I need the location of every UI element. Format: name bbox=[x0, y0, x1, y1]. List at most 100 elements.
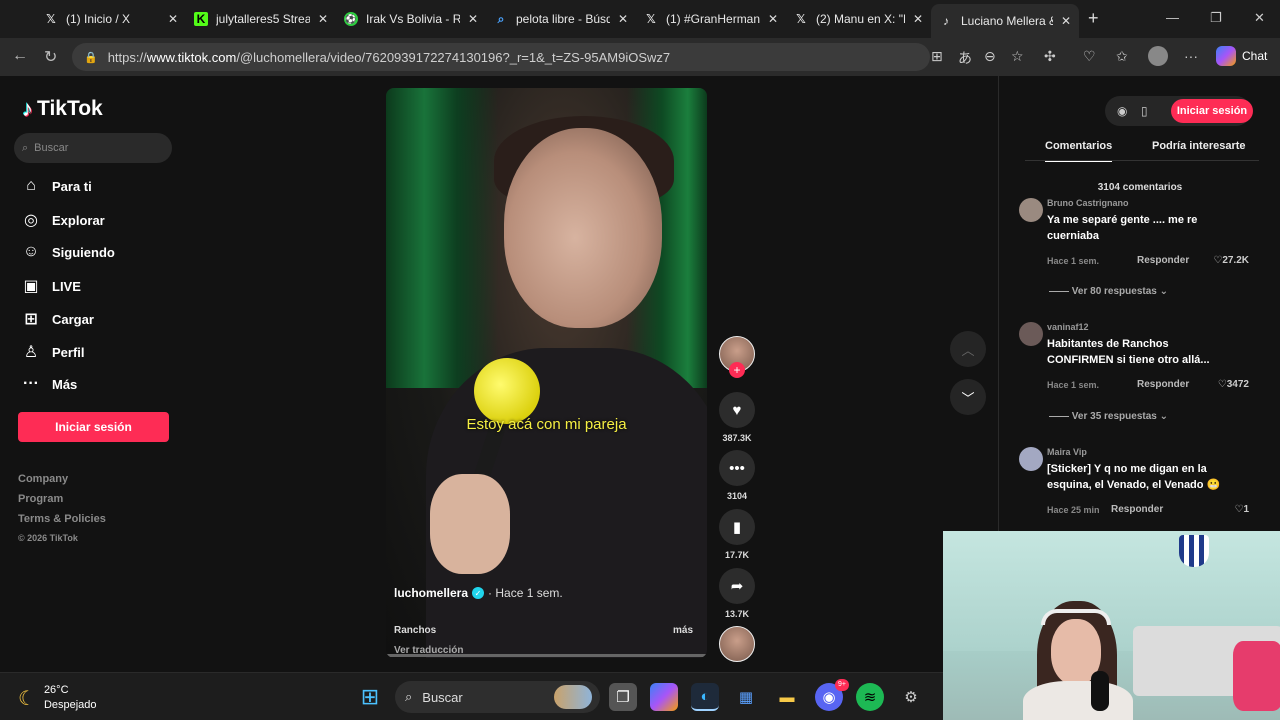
comment-user[interactable]: Bruno Castrignano bbox=[1047, 198, 1129, 208]
reload-icon[interactable]: ↻ bbox=[44, 47, 57, 67]
discord-icon[interactable]: ◉ 9+ bbox=[815, 679, 849, 711]
close-tab-icon[interactable]: ✕ bbox=[468, 12, 478, 26]
close-tab-icon[interactable]: ✕ bbox=[318, 12, 328, 26]
windows-start-icon[interactable]: ⊞ bbox=[356, 683, 384, 711]
apps-icon[interactable]: ⊞ bbox=[931, 48, 943, 65]
reply-button[interactable]: Responder bbox=[1137, 379, 1189, 390]
back-icon[interactable]: ← bbox=[12, 47, 28, 65]
close-tab-icon[interactable]: ✕ bbox=[768, 12, 778, 26]
tab-kick-stream[interactable]: K julytalleres5 Stream ✕ bbox=[186, 4, 336, 34]
settings-more-icon[interactable]: ··· bbox=[1184, 48, 1198, 64]
share-action[interactable]: ➦ 13.7K bbox=[719, 568, 755, 619]
like-action[interactable]: ♥ 387.3K bbox=[719, 392, 755, 443]
extensions-icon[interactable]: ✣ bbox=[1044, 48, 1056, 65]
weather-widget[interactable]: ☾ 26°C Despejado bbox=[18, 683, 97, 713]
compass-tool-icon[interactable]: ◉ bbox=[1117, 104, 1127, 118]
save-action[interactable]: ▮ 17.7K bbox=[719, 509, 755, 560]
task-view-icon[interactable]: ❐ bbox=[609, 683, 637, 711]
address-bar[interactable]: 🔒 https://www.tiktok.com/@luchomellera/v… bbox=[72, 43, 930, 71]
music-avatar[interactable] bbox=[719, 626, 755, 662]
reply-button[interactable]: Responder bbox=[1111, 504, 1163, 515]
sidebar-item-explorar[interactable]: ◎ Explorar bbox=[22, 210, 105, 230]
author-name[interactable]: luchomellera bbox=[394, 586, 468, 600]
comment-like[interactable]: ♡27.2K bbox=[1213, 255, 1249, 266]
site-info-icon[interactable]: 🔒 bbox=[84, 51, 98, 64]
panel-login-button[interactable]: Iniciar sesión bbox=[1171, 99, 1253, 123]
sidebar-item-perfil[interactable]: ♙ Perfil bbox=[22, 342, 85, 362]
settings-gear-icon[interactable]: ⚙ bbox=[897, 683, 925, 711]
tab-manu-x[interactable]: 𝕏 (2) Manu en X: "NU ✕ bbox=[786, 4, 931, 34]
login-button[interactable]: Iniciar sesión bbox=[18, 412, 169, 442]
avatar[interactable] bbox=[1019, 198, 1043, 222]
tab-granhermano[interactable]: 𝕏 (1) #GranHermano ✕ bbox=[636, 4, 786, 34]
x-logo-icon: 𝕏 bbox=[796, 12, 806, 26]
sidebar-item-live[interactable]: ▣ LIVE bbox=[22, 276, 80, 296]
view-replies-button[interactable]: —— Ver 80 respuestas ⌄ bbox=[1049, 286, 1168, 297]
tab-podria-interesarte[interactable]: Podría interesarte bbox=[1152, 140, 1246, 152]
footer-link-terms[interactable]: Terms & Policies bbox=[18, 513, 106, 525]
spotify-icon[interactable]: ≋ bbox=[856, 683, 884, 711]
verified-icon: ✓ bbox=[472, 587, 485, 599]
zoom-icon[interactable]: ⊖ bbox=[984, 48, 996, 65]
comment-like[interactable]: ♡3472 bbox=[1218, 379, 1249, 390]
tab-divider bbox=[1025, 160, 1259, 161]
sidebar-item-siguiendo[interactable]: ☺ Siguiendo bbox=[22, 243, 115, 261]
close-tab-icon[interactable]: ✕ bbox=[913, 12, 923, 26]
copilot-taskbar-icon[interactable] bbox=[650, 683, 678, 711]
tab-x-inicio[interactable]: 𝕏 (1) Inicio / X ✕ bbox=[36, 4, 186, 34]
reply-button[interactable]: Responder bbox=[1137, 255, 1189, 266]
bookmark-icon[interactable]: ▮ bbox=[719, 509, 755, 545]
follow-plus-icon[interactable]: + bbox=[729, 362, 745, 378]
comment-like[interactable]: ♡1 bbox=[1234, 504, 1249, 515]
webcam-overlay bbox=[943, 531, 1280, 720]
comment-time: Hace 1 sem. bbox=[1047, 380, 1100, 390]
view-replies-button[interactable]: —— Ver 35 respuestas ⌄ bbox=[1049, 411, 1168, 422]
comment-icon[interactable]: ••• bbox=[719, 450, 755, 486]
avatar[interactable] bbox=[1019, 322, 1043, 346]
close-tab-icon[interactable]: ✕ bbox=[618, 12, 628, 26]
share-icon[interactable]: ➦ bbox=[719, 568, 755, 604]
minimize-icon[interactable]: — bbox=[1166, 10, 1179, 25]
video-author[interactable]: luchomellera ✓ · Hace 1 sem. bbox=[394, 586, 563, 600]
tab-tiktok-active[interactable]: ♪ Luciano Mellera & ✕ bbox=[931, 4, 1079, 38]
tiktok-logo[interactable]: ♪ TikTok bbox=[22, 96, 103, 122]
music-disc[interactable] bbox=[719, 626, 755, 662]
file-explorer-icon[interactable]: ▬ bbox=[773, 683, 801, 711]
sidebar-item-cargar[interactable]: ⊞ Cargar bbox=[22, 309, 94, 329]
avatar[interactable] bbox=[1019, 447, 1043, 471]
tab-comentarios[interactable]: Comentarios bbox=[1045, 140, 1113, 162]
comment-action[interactable]: ••• 3104 bbox=[719, 450, 755, 501]
chevron-up-icon[interactable]: ︿ bbox=[950, 331, 986, 367]
tab-irak-bolivia[interactable]: ⚽ Irak Vs Bolivia - Res ✕ bbox=[336, 4, 486, 34]
footer-link-program[interactable]: Program bbox=[18, 493, 63, 505]
chevron-down-icon[interactable]: ﹀ bbox=[950, 379, 986, 415]
heart-icon[interactable]: ♥ bbox=[719, 392, 755, 428]
taskbar-search-label: Buscar bbox=[422, 689, 463, 705]
close-tab-icon[interactable]: ✕ bbox=[168, 12, 178, 26]
browser-essentials-icon[interactable]: ♡ bbox=[1083, 48, 1096, 65]
video-player[interactable]: Estoy acá con mi pareja luchomellera ✓ ·… bbox=[386, 88, 707, 658]
maximize-icon[interactable]: ❐ bbox=[1210, 10, 1222, 26]
comment-user[interactable]: Maira Vip bbox=[1047, 447, 1087, 457]
close-tab-icon[interactable]: ✕ bbox=[1061, 14, 1071, 28]
profile-avatar-icon[interactable] bbox=[1148, 46, 1168, 66]
search-input[interactable]: ⌕ Buscar bbox=[14, 133, 172, 163]
author-avatar-follow[interactable]: + bbox=[719, 336, 755, 378]
comment-user[interactable]: vaninaf12 bbox=[1047, 322, 1089, 332]
video-progress-bar[interactable] bbox=[386, 654, 707, 657]
favorite-star-icon[interactable]: ☆ bbox=[1011, 48, 1024, 65]
taskbar-search[interactable]: ⌕ Buscar bbox=[395, 681, 600, 713]
copilot-chat-button[interactable]: Chat bbox=[1216, 46, 1267, 66]
tab-pelota-libre[interactable]: ⌕ pelota libre - Búsq ✕ bbox=[486, 4, 636, 34]
sidebar-item-para-ti[interactable]: ⌂ Para ti bbox=[22, 177, 92, 195]
new-tab-icon[interactable]: + bbox=[1088, 8, 1099, 29]
window-close-icon[interactable]: ✕ bbox=[1254, 10, 1265, 26]
favorites-icon[interactable]: ✩ bbox=[1116, 48, 1128, 65]
translate-icon[interactable]: あ bbox=[958, 48, 972, 68]
edge-browser-icon[interactable]: ◐ bbox=[691, 683, 719, 711]
device-icon[interactable]: ▯ bbox=[1141, 104, 1148, 118]
footer-link-company[interactable]: Company bbox=[18, 473, 68, 485]
description-more-link[interactable]: más bbox=[673, 625, 693, 636]
store-icon[interactable]: ▦ bbox=[732, 683, 760, 711]
sidebar-item-mas[interactable]: ··· Más bbox=[22, 375, 77, 393]
